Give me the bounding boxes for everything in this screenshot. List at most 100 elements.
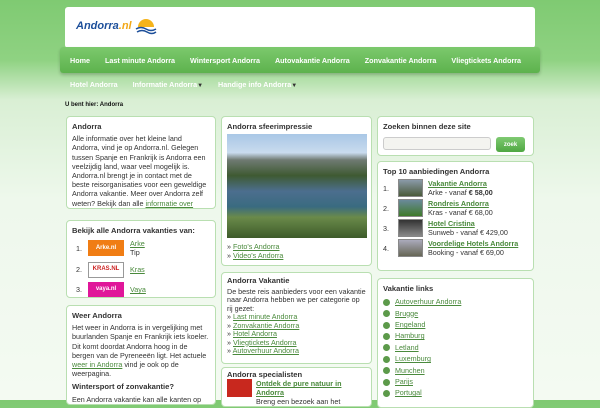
bullet-icon xyxy=(383,333,390,341)
tip-label: Tip xyxy=(130,248,140,258)
item-number: 1. xyxy=(383,183,389,193)
item-number: 3. xyxy=(76,285,82,294)
specialist-link[interactable]: Ontdek de pure natuur in Andorra xyxy=(256,379,341,397)
nav-last-minute[interactable]: Last minute Andorra xyxy=(105,56,175,65)
link-brugge[interactable]: Brugge xyxy=(395,309,418,318)
top10-box: Top 10 aanbiedingen Andorra 1. Vakantie A… xyxy=(377,161,534,271)
autoverhuur-link[interactable]: Autoverhuur Andorra xyxy=(233,346,299,355)
offer-price: € 58,00 xyxy=(468,188,493,198)
link-autoverhuur[interactable]: Autoverhuur Andorra xyxy=(395,297,461,306)
offer-sub: Booking - vanaf € 69,00 xyxy=(428,248,504,258)
link-luxemburg[interactable]: Luxemburg xyxy=(395,354,431,363)
secondary-nav: Hotel Andorra Informatie Andorra▼ Handig… xyxy=(70,80,297,89)
kras-logo[interactable]: KRAS.NL xyxy=(88,261,124,278)
vaya-logo[interactable]: vaya.nl xyxy=(88,281,124,297)
vaya-link[interactable]: Vaya xyxy=(130,285,146,294)
kras-link[interactable]: Kras xyxy=(130,265,145,274)
nav-home[interactable]: Home xyxy=(70,56,90,65)
offer-link[interactable]: Rondreis Andorra xyxy=(428,199,489,208)
bullet-icon xyxy=(383,321,390,329)
fotos-link[interactable]: Foto's Andorra xyxy=(233,242,280,251)
links-title: Vakantie links xyxy=(383,284,434,293)
offer-link[interactable]: Hotel Cristina xyxy=(428,219,475,228)
header: Andorra.nl xyxy=(65,7,535,48)
weer-text: Het weer in Andorra is in vergelijking m… xyxy=(72,323,210,378)
list-item: 1. Vakantie Andorra Arke - vanaf € 58,00 xyxy=(383,179,528,198)
offer-thumbnail[interactable] xyxy=(398,239,423,258)
list-item: 2. KRAS.NL Kras xyxy=(76,261,210,278)
wintersport-title: Wintersport of zonvakantie? xyxy=(72,382,175,392)
specialist-text: Breng een bezoek aan het Spaanse xyxy=(256,397,341,406)
offer-sub: Arke - vanaf xyxy=(428,188,469,198)
arke-link[interactable]: Arke xyxy=(130,239,145,248)
link-letland[interactable]: Letland xyxy=(395,343,419,352)
logo-text: Andorra xyxy=(76,20,119,32)
offer-link[interactable]: Voordelige Hotels Andorra xyxy=(428,239,518,248)
list-item: 3. vaya.nl Vaya xyxy=(76,281,210,297)
sfeer-box: Andorra sfeerimpressie » Foto's Andorra … xyxy=(221,116,372,266)
sfeer-title: Andorra sfeerimpressie xyxy=(227,122,313,131)
offer-thumbnail[interactable] xyxy=(398,199,423,218)
link-parijs[interactable]: Parijs xyxy=(395,377,413,386)
item-number: 3. xyxy=(383,223,389,233)
offer-sub: Sunweb - vanaf € 429,00 xyxy=(428,228,508,238)
sun-waves-icon xyxy=(135,19,157,35)
list-item: 2. Rondreis Andorra Kras - vanaf € 68,00 xyxy=(383,199,528,218)
list-item: 4. Voordelige Hotels Andorra Booking - van… xyxy=(383,239,528,258)
search-box: Zoeken binnen deze site zoek xyxy=(377,116,534,156)
vakantie-text: De beste reis aanbieders voor een vakant… xyxy=(227,286,366,313)
main-nav: Home Last minute Andorra Wintersport And… xyxy=(60,47,540,73)
specialist-logo[interactable] xyxy=(227,379,252,397)
list-item: 1. Arke.nl Arke Tip xyxy=(76,239,210,257)
chevron-down-icon[interactable]: ▼ xyxy=(291,83,297,89)
intro-body: Alle informatie over het kleine land And… xyxy=(72,134,207,208)
specialisten-title: Andorra specialisten xyxy=(227,370,303,379)
search-title: Zoeken binnen deze site xyxy=(383,122,471,131)
link-munchen[interactable]: Munchen xyxy=(395,366,425,375)
mountain-lake-photo[interactable] xyxy=(227,134,367,239)
arke-logo[interactable]: Arke.nl xyxy=(88,240,124,257)
weer-body: Het weer in Andorra is in vergelijking m… xyxy=(72,323,209,360)
top10-title: Top 10 aanbiedingen Andorra xyxy=(383,167,490,176)
nav-zonvakantie[interactable]: Zonvakantie Andorra xyxy=(365,56,437,65)
nav-vliegtickets[interactable]: Vliegtickets Andorra xyxy=(451,56,521,65)
bullet-icon xyxy=(383,298,390,306)
videos-link[interactable]: Video's Andorra xyxy=(233,251,283,260)
intro-box: Andorra Alle informatie over het kleine … xyxy=(66,116,216,209)
bullet-icon xyxy=(383,367,390,375)
bullet-icon xyxy=(383,310,390,318)
offer-sub: Kras - vanaf € 68,00 xyxy=(428,208,493,218)
link-hamburg[interactable]: Hamburg xyxy=(395,331,425,340)
item-number: 4. xyxy=(383,243,389,253)
offer-thumbnail[interactable] xyxy=(398,179,423,198)
weer-title: Weer Andorra xyxy=(72,311,122,320)
nav-handige-info[interactable]: Handige info Andorra xyxy=(218,80,291,89)
nav-autovakantie[interactable]: Autovakantie Andorra xyxy=(275,56,350,65)
weer-link[interactable]: weer in Andorra xyxy=(72,360,122,369)
vakantie-box: Andorra Vakantie De beste reis aanbieder… xyxy=(221,272,372,364)
nav-informatie[interactable]: Informatie Andorra xyxy=(133,80,197,89)
intro-end: . xyxy=(98,208,100,209)
vakanties-box: Bekijk alle Andorra vakanties van: 1. Ark… xyxy=(66,220,216,298)
intro-text: Alle informatie over het kleine land And… xyxy=(72,134,210,209)
search-button[interactable]: zoek xyxy=(496,137,525,153)
intro-title: Andorra xyxy=(72,122,102,131)
site-logo[interactable]: Andorra.nl xyxy=(76,17,157,35)
offer-thumbnail[interactable] xyxy=(398,219,423,238)
logo-suffix: .nl xyxy=(118,20,132,32)
item-number: 1. xyxy=(76,243,82,253)
chevron-down-icon[interactable]: ▼ xyxy=(197,83,203,89)
link-portugal[interactable]: Portugal xyxy=(395,388,422,397)
nav-hotel[interactable]: Hotel Andorra xyxy=(70,80,118,89)
offer-link[interactable]: Vakantie Andorra xyxy=(428,179,487,188)
item-number: 2. xyxy=(76,265,82,274)
vakantie-title: Andorra Vakantie xyxy=(227,276,290,285)
nav-wintersport[interactable]: Wintersport Andorra xyxy=(190,56,260,65)
link-engeland[interactable]: Engeland xyxy=(395,320,425,329)
bullet-icon xyxy=(383,390,390,398)
search-input[interactable] xyxy=(383,137,491,151)
weer-box: Weer Andorra Het weer in Andorra is in v… xyxy=(66,305,216,405)
bullet-icon xyxy=(383,344,390,352)
links-box: Vakantie links Autoverhuur Andorra Brugg… xyxy=(377,278,534,408)
item-number: 2. xyxy=(383,203,389,213)
